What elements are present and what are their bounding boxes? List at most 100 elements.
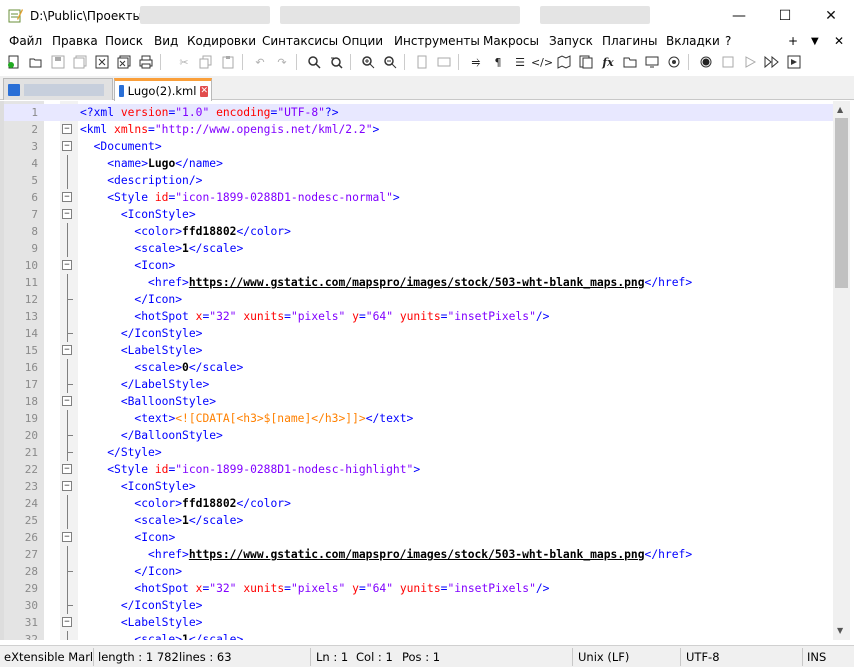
status-eol[interactable]: Unix (LF) [578,650,629,664]
code-line[interactable]: 9 <scale>1</scale> [4,240,834,257]
close-file-icon[interactable] [94,54,110,70]
monitoring-icon[interactable] [644,54,660,70]
print-icon[interactable] [138,54,154,70]
menu-language[interactable]: Синтаксисы [262,34,338,48]
redo-icon[interactable]: ↷ [274,54,290,70]
code-line[interactable]: 1 <?xml version="1.0" encoding="UTF-8"?> [4,104,834,121]
code-line[interactable]: 16 <scale>0</scale> [4,359,834,376]
code-line[interactable]: 11 <href>https://www.gstatic.com/mapspro… [4,274,834,291]
code-line[interactable]: 23 <IconStyle> − [4,478,834,495]
status-encoding[interactable]: UTF-8 [686,650,720,664]
sync-vertical-icon[interactable] [414,54,430,70]
code-line[interactable]: 13 <hotSpot x="32" xunits="pixels" y="64… [4,308,834,325]
fold-toggle-icon[interactable]: − [62,532,72,542]
save-all-icon[interactable] [72,54,88,70]
code-line[interactable]: 8 <color>ffd18802</color> [4,223,834,240]
code-line[interactable]: 27 <href>https://www.gstatic.com/mapspro… [4,546,834,563]
document-tab-blurred[interactable] [3,78,113,100]
code-line[interactable]: 18 <BalloonStyle> − [4,393,834,410]
code-line[interactable]: 7 <IconStyle> − [4,206,834,223]
code-line[interactable]: 24 <color>ffd18802</color> [4,495,834,512]
menu-search[interactable]: Поиск [105,34,143,48]
paste-icon[interactable] [220,54,236,70]
open-file-icon[interactable] [28,54,44,70]
fold-toggle-icon[interactable]: − [62,396,72,406]
menu-help[interactable]: ? [725,34,731,48]
fold-toggle-icon[interactable]: − [62,481,72,491]
sync-horizontal-icon[interactable] [436,54,452,70]
menu-run[interactable]: Запуск [549,34,593,48]
stop-macro-icon[interactable] [720,54,736,70]
function-list-icon[interactable]: fx [600,54,616,70]
code-line[interactable]: 19 <text><![CDATA[<h3>$[name]</h3>]]></t… [4,410,834,427]
fold-toggle-icon[interactable]: − [62,124,72,134]
show-all-characters-icon[interactable]: ¶ [490,54,506,70]
minimize-button[interactable]: — [716,0,762,31]
scrollbar-thumb[interactable] [835,118,848,288]
scroll-up-icon[interactable]: ▲ [837,105,843,114]
tab-list-dropdown-button[interactable]: ▼ [811,36,819,47]
menu-settings[interactable]: Опции [342,34,383,48]
code-line[interactable]: 29 <hotSpot x="32" xunits="pixels" y="64… [4,580,834,597]
zoom-in-icon[interactable] [360,54,376,70]
cut-icon[interactable]: ✂ [176,54,192,70]
menu-edit[interactable]: Правка [52,34,98,48]
code-line[interactable]: 22 <Style id="icon-1899-0288D1-nodesc-hi… [4,461,834,478]
save-icon[interactable] [50,54,66,70]
menu-file[interactable]: Файл [9,34,42,48]
fold-toggle-icon[interactable]: − [62,617,72,627]
document-list-icon[interactable] [578,54,594,70]
code-editor[interactable]: 1 <?xml version="1.0" encoding="UTF-8"?> 2… [0,101,854,640]
code-line[interactable]: 20 </BalloonStyle> [4,427,834,444]
vertical-scrollbar[interactable]: ▲ ▼ [833,101,850,640]
code-line[interactable]: 3 <Document> − [4,138,834,155]
html-tags-icon[interactable]: </> [531,54,553,70]
code-line[interactable]: 6 <Style id="icon-1899-0288D1-nodesc-nor… [4,189,834,206]
maximize-button[interactable]: ☐ [762,0,808,31]
document-tab-active[interactable]: Lugo(2).kml ✕ [114,78,212,101]
record-macro-icon[interactable] [698,54,714,70]
close-button[interactable]: ✕ [808,0,854,31]
code-line[interactable]: 21 </Style> [4,444,834,461]
code-line[interactable]: 25 <scale>1</scale> [4,512,834,529]
code-line[interactable]: 12 </Icon> [4,291,834,308]
play-macro-icon[interactable] [742,54,758,70]
code-line[interactable]: 15 <LabelStyle> − [4,342,834,359]
new-tab-plus-button[interactable]: + [788,34,798,48]
undo-icon[interactable]: ↶ [252,54,268,70]
save-macro-icon[interactable] [786,54,802,70]
code-line[interactable]: 32 <scale>1</scale> [4,631,834,640]
indent-guide-icon[interactable]: ☰ [512,54,528,70]
code-line[interactable]: 30 </IconStyle> [4,597,834,614]
code-line[interactable]: 2 <kml xmlns="http://www.opengis.net/kml/… [4,121,834,138]
menu-plugins[interactable]: Плагины [602,34,657,48]
zoom-out-icon[interactable] [382,54,398,70]
code-line[interactable]: 14 </IconStyle> [4,325,834,342]
close-document-button[interactable]: ✕ [834,34,844,48]
code-line[interactable]: 31 <LabelStyle> − [4,614,834,631]
menu-encoding[interactable]: Кодировки [187,34,256,48]
code-line[interactable]: 17 </LabelStyle> [4,376,834,393]
screen-capture-icon[interactable] [666,54,682,70]
run-macro-multiple-icon[interactable] [764,54,780,70]
title-bar[interactable]: D:\Public\Проекты — ☐ ✕ [0,0,854,31]
fold-toggle-icon[interactable]: − [62,260,72,270]
replace-icon[interactable] [328,54,344,70]
menu-window[interactable]: Вкладки [666,34,720,48]
fold-toggle-icon[interactable]: − [62,464,72,474]
status-insert-mode[interactable]: INS [807,650,826,664]
fold-toggle-icon[interactable]: − [62,345,72,355]
fold-toggle-icon[interactable]: − [62,192,72,202]
menu-tools[interactable]: Инструменты [394,34,480,48]
copy-icon[interactable] [198,54,214,70]
code-line[interactable]: 5 <description/> [4,172,834,189]
folder-as-workspace-icon[interactable] [622,54,638,70]
fold-toggle-icon[interactable]: − [62,209,72,219]
code-line[interactable]: 28 </Icon> [4,563,834,580]
find-icon[interactable] [306,54,322,70]
code-line[interactable]: 10 <Icon> − [4,257,834,274]
menu-view[interactable]: Вид [154,34,178,48]
fold-toggle-icon[interactable]: − [62,141,72,151]
tab-close-icon[interactable]: ✕ [200,85,208,97]
code-line[interactable]: 26 <Icon> − [4,529,834,546]
